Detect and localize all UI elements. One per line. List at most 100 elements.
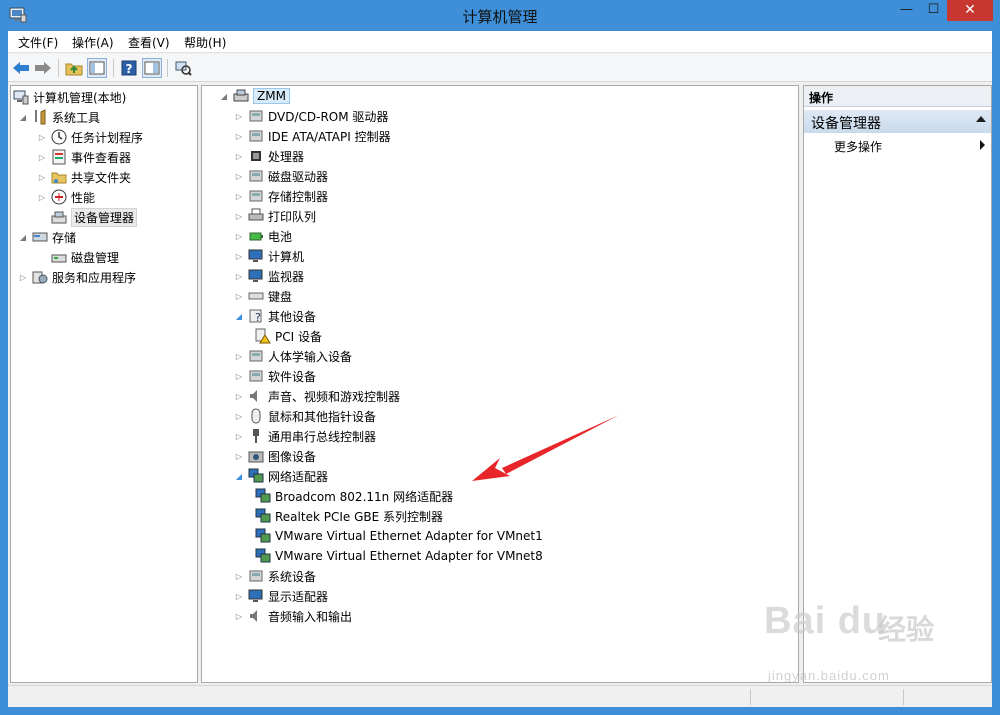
expand-arrow-icon[interactable]: ▷ [36,151,48,163]
device-category-item[interactable]: ▷ 图像设备 [233,446,316,466]
device-tree-root[interactable]: ◢ ZMM [218,86,290,106]
event-viewer-icon [51,149,67,165]
menu-file[interactable]: 文件(F) [16,34,60,51]
device-item-pci[interactable]: PCI 设备 [255,326,322,346]
expand-arrow-icon[interactable]: ▷ [233,290,245,302]
device-category-item[interactable]: ▷ 人体学输入设备 [233,346,352,366]
expand-arrow-icon[interactable]: ▷ [233,170,245,182]
expand-arrow-icon[interactable]: ▷ [36,191,48,203]
menu-help[interactable]: 帮助(H) [182,34,228,51]
expand-arrow-icon[interactable]: ▷ [233,570,245,582]
device-label: 存储控制器 [268,189,329,204]
expand-arrow-icon[interactable]: ▷ [233,150,245,162]
expand-arrow-icon[interactable]: ▷ [36,131,48,143]
tree-item-event-viewer[interactable]: ▷ 事件查看器 [36,147,131,167]
actions-section-device-manager[interactable]: 设备管理器 [804,110,991,133]
device-category-item[interactable]: ▷ 系统设备 [233,566,316,586]
tree-item-task-scheduler[interactable]: ▷ 任务计划程序 [36,127,143,147]
device-category-item[interactable]: ▷ 软件设备 [233,366,316,386]
device-category-item[interactable]: ▷ 监视器 [233,266,304,286]
expand-arrow-icon[interactable]: ▷ [233,350,245,362]
device-category-item[interactable]: ▷ 计算机 [233,246,304,266]
actions-header: 操作 [804,86,991,107]
device-category-item[interactable]: ▷ 声音、视频和游戏控制器 [233,386,400,406]
collapse-arrow-icon[interactable]: ◢ [233,310,245,322]
device-item-vmware-virtual-ethernet-adapter-for-vmnet1[interactable]: VMware Virtual Ethernet Adapter for VMne… [255,526,543,546]
properties-icon[interactable] [142,58,162,78]
device-label: 计算机 [268,249,305,264]
expand-arrow-icon[interactable]: ▷ [36,171,48,183]
expand-arrow-icon[interactable]: ▷ [233,130,245,142]
tree-item-device-manager[interactable]: 设备管理器 [51,207,138,227]
more-actions-item[interactable]: 更多操作 [834,138,882,155]
scan-hardware-icon[interactable] [173,58,193,78]
maximize-button[interactable]: ☐ [920,0,947,21]
tree-item-shared-folders[interactable]: ▷ 共享文件夹 [36,167,131,187]
tree-item-label: 存储 [52,230,77,245]
expand-arrow-icon[interactable]: ▷ [233,610,245,622]
device-category-item[interactable]: ▷ 键盘 [233,286,292,306]
minimize-button[interactable]: — [893,0,920,21]
device-label: 网络适配器 [268,469,329,484]
tree-item-disk-management[interactable]: 磁盘管理 [51,247,119,267]
expand-arrow-icon[interactable]: ▷ [233,250,245,262]
device-category-item[interactable]: ▷ 通用串行总线控制器 [233,426,376,446]
device-category-item[interactable]: ▷ 显示适配器 [233,586,328,606]
expand-arrow-icon[interactable]: ▷ [233,590,245,602]
help-icon[interactable]: ? [119,58,139,78]
device-tree-pane[interactable]: ◢ ZMM ▷ DVD/CD-ROM 驱动器 ▷ IDE ATA/ATAPI 控制器 ▷ 处理… [201,85,799,683]
device-category-item[interactable]: ▷ 音频输入和输出 [233,606,352,626]
back-icon[interactable] [11,58,31,78]
expand-arrow-icon[interactable]: ▷ [233,430,245,442]
expand-arrow-icon[interactable]: ▷ [233,210,245,222]
device-item-realtek-pcie-gbe[interactable]: Realtek PCIe GBE 系列控制器 [255,506,443,526]
device-category-item[interactable]: ▷ 磁盘驱动器 [233,166,328,186]
network-adapter-icon [255,488,271,504]
tree-item-computer-management[interactable]: 计算机管理(本地) [13,87,126,107]
close-button[interactable]: ✕ [947,0,993,21]
collapse-arrow-icon[interactable]: ◢ [17,111,29,123]
menu-view[interactable]: 查看(V) [126,34,172,51]
device-category-item[interactable]: ◢ 网络适配器 [233,466,328,486]
expand-arrow-icon[interactable]: ▷ [233,450,245,462]
device-category-item[interactable]: ◢? 其他设备 [233,306,316,326]
tree-item-system-tools[interactable]: ◢ 系统工具 [17,107,100,127]
device-category-item[interactable]: ▷ 处理器 [233,146,304,166]
navigation-tree-pane[interactable]: 计算机管理(本地) ◢ 系统工具 ▷ 任务计划程序 ▷ 事件查看器 ▷ 共享文件… [10,85,198,683]
device-category-item[interactable]: ▷ 鼠标和其他指针设备 [233,406,376,426]
tree-item-services-applications[interactable]: ▷ 服务和应用程序 [17,267,136,287]
device-category-ide-ata-atapi[interactable]: ▷ IDE ATA/ATAPI 控制器 [233,126,391,146]
collapse-arrow-icon[interactable]: ◢ [218,90,230,102]
expand-arrow-icon[interactable]: ▷ [233,270,245,282]
up-folder-icon[interactable] [64,58,84,78]
device-label: 监视器 [268,269,305,284]
forward-icon[interactable] [33,58,53,78]
expand-arrow-icon[interactable]: ▷ [233,190,245,202]
submenu-arrow-icon[interactable] [980,140,985,150]
shared-folder-icon [51,169,67,185]
device-category-item[interactable]: ▷ 电池 [233,226,292,246]
device-category-dvd-cd-rom[interactable]: ▷ DVD/CD-ROM 驱动器 [233,106,389,126]
tree-item-storage[interactable]: ◢ 存储 [17,227,76,247]
expand-arrow-icon[interactable]: ▷ [233,410,245,422]
collapse-triangle-icon[interactable] [976,116,986,122]
device-category-item[interactable]: ▷ 存储控制器 [233,186,328,206]
expand-arrow-icon[interactable]: ▷ [17,271,29,283]
show-hide-tree-icon[interactable] [87,58,107,78]
device-item-broadcom-802-11n[interactable]: Broadcom 802.11n 网络适配器 [255,486,453,506]
collapse-arrow-icon[interactable]: ◢ [233,470,245,482]
device-category-item[interactable]: ▷ 打印队列 [233,206,316,226]
title-bar[interactable]: 计算机管理 — ☐ ✕ [0,0,1000,31]
menu-action[interactable]: 操作(A) [70,34,116,51]
expand-arrow-icon[interactable]: ▷ [233,110,245,122]
toolbar: ? [8,54,992,82]
expand-arrow-icon[interactable]: ▷ [233,390,245,402]
collapse-arrow-icon[interactable]: ◢ [17,231,29,243]
tree-item-label: 任务计划程序 [71,130,144,145]
tree-item-performance[interactable]: ▷ 性能 [36,187,95,207]
device-item-vmware-virtual-ethernet-adapter-for-vmnet8[interactable]: VMware Virtual Ethernet Adapter for VMne… [255,546,543,566]
expand-arrow-icon[interactable]: ▷ [233,230,245,242]
storage-icon [32,229,48,245]
device-label: 打印队列 [268,209,317,224]
expand-arrow-icon[interactable]: ▷ [233,370,245,382]
